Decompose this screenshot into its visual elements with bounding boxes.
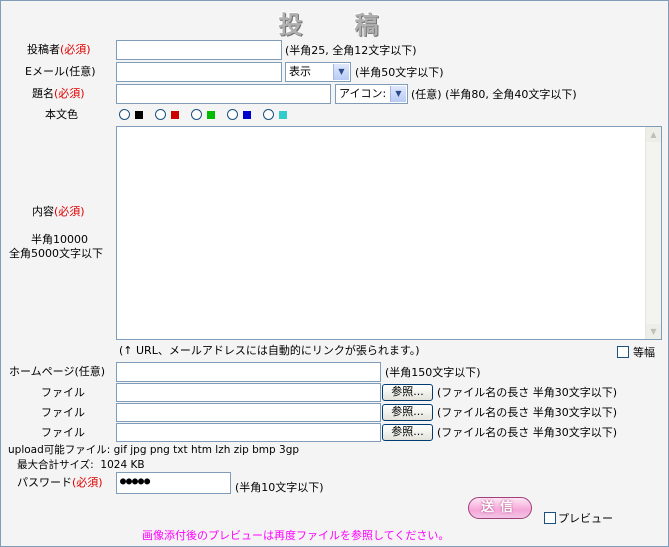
email-hint: (半角50文字以下) [355,66,444,79]
monospace-label: 等幅 [633,346,655,359]
name-label: 投稿者(必須) [27,43,91,56]
color-radio-cyan[interactable] [263,109,274,120]
preview-checkbox[interactable] [544,512,556,524]
color-swatch-green [207,110,215,119]
content-textarea[interactable]: ▲ ▼ [116,126,662,340]
scroll-down-icon[interactable]: ▼ [646,324,661,339]
icon-select-value: アイコン: [339,87,387,100]
color-swatch-black [135,110,143,119]
name-hint: (半角25, 全角12文字以下) [285,44,417,57]
text-color-options [119,109,287,120]
email-label: Eメール(任意) [25,65,96,78]
homepage-hint: (半角150文字以下) [385,366,481,379]
subject-input[interactable] [116,84,331,104]
content-scrollbar[interactable]: ▲ ▼ [645,127,661,339]
upload-types: upload可能ファイル: gif jpg png txt htm lzh zi… [8,444,300,456]
color-swatch-cyan [279,110,287,119]
page-title: 投 稿 [278,11,393,39]
max-total-size: 最大合計サイズ: 1024 KB [17,459,145,471]
password-hint: (半角10文字以下) [235,481,324,494]
browse-button[interactable]: 参照... [382,424,433,441]
file-input[interactable] [116,383,381,402]
text-color-label: 本文色 [45,108,78,121]
scroll-up-icon[interactable]: ▲ [646,127,661,142]
file-hint: (ファイル名の長さ 半角30文字以下) [437,406,618,419]
email-input[interactable] [116,62,282,82]
content-label: 内容(必須) [32,205,85,218]
file-label: ファイル [41,426,85,439]
name-input[interactable] [116,40,282,60]
preview-note: 画像添付後のプレビューは再度ファイルを参照してください。 [142,529,450,542]
chevron-down-icon: ▼ [390,86,406,102]
subject-label: 題名(必須) [32,87,85,100]
chevron-down-icon: ▼ [333,64,349,80]
preview-label: プレビュー [558,512,613,525]
icon-select[interactable]: アイコン: ▼ [335,84,408,104]
auto-link-note: (↑ URL、メールアドレスには自動的にリンクが張られます。) [119,344,420,357]
color-radio-red[interactable] [155,109,166,120]
color-swatch-blue [243,110,251,119]
file-input[interactable] [116,423,381,442]
file-label: ファイル [41,406,85,419]
color-radio-black[interactable] [119,109,130,120]
file-hint: (ファイル名の長さ 半角30文字以下) [437,386,618,399]
subject-hint: (任意) (半角80, 全角40文字以下) [411,88,577,101]
browse-button[interactable]: 参照... [382,404,433,421]
content-limit-half: 半角10000 [31,233,88,246]
color-swatch-red [171,110,179,119]
email-display-value: 表示 [289,65,311,78]
browse-button[interactable]: 参照... [382,384,433,401]
email-display-select[interactable]: 表示 ▼ [285,62,351,82]
post-form-panel: 投 稿 投稿者(必須) (半角25, 全角12文字以下) Eメール(任意) 表示… [0,0,669,547]
monospace-checkbox[interactable] [617,346,629,358]
homepage-label: ホームページ(任意) [9,365,106,378]
homepage-input[interactable] [116,362,381,382]
password-input[interactable]: ●●●●● [116,472,231,494]
submit-button[interactable]: 送信 [468,497,532,519]
color-radio-blue[interactable] [227,109,238,120]
password-label: パスワード(必須) [17,476,103,489]
file-hint: (ファイル名の長さ 半角30文字以下) [437,426,618,439]
file-input[interactable] [116,403,381,422]
file-label: ファイル [41,386,85,399]
content-limit-full: 全角5000文字以下 [9,247,103,260]
color-radio-green[interactable] [191,109,202,120]
